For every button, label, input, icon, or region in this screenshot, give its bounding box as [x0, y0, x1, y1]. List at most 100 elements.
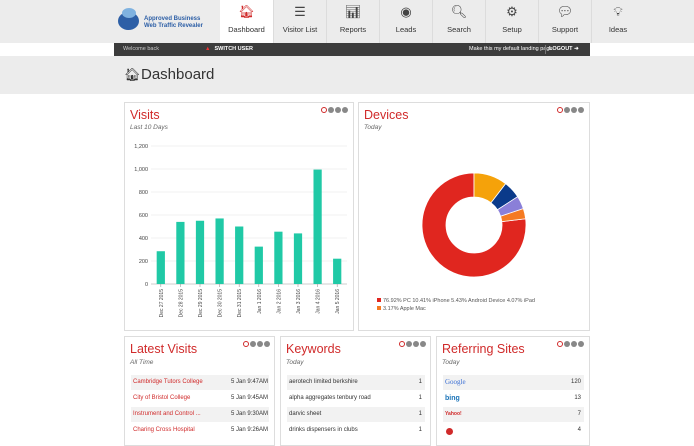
- expand-icon[interactable]: [578, 107, 584, 113]
- default-landing-link[interactable]: Make this my default landing page: [469, 43, 552, 56]
- devices-title: Devices: [364, 108, 409, 122]
- expand-icon[interactable]: [342, 107, 348, 113]
- y-tick-label: 1,000: [134, 167, 148, 173]
- bar[interactable]: [254, 246, 263, 284]
- expand-icon[interactable]: [420, 341, 426, 347]
- settings-icon[interactable]: [564, 107, 570, 113]
- list-item[interactable]: Charing Cross Hospital 5 Jan 9:26AM: [131, 423, 269, 438]
- bing-logo: bing: [445, 395, 460, 402]
- nav-reports[interactable]: 📊︎ Reports: [326, 0, 379, 43]
- nav-label: Reports: [339, 25, 367, 34]
- list-item[interactable]: darvic sheet 1: [287, 407, 425, 422]
- list-item[interactable]: alpha aggregates tenbury road 1: [287, 391, 425, 406]
- visits-title: Visits: [130, 108, 160, 122]
- logout-icon: ➜: [574, 46, 579, 52]
- list-item[interactable]: drinks dispensers in clubs 1: [287, 423, 425, 438]
- search-icon: 🔍︎: [450, 4, 468, 19]
- close-icon[interactable]: [243, 341, 249, 347]
- panel-controls: [557, 341, 584, 347]
- refresh-icon[interactable]: [257, 341, 263, 347]
- x-tick-label: Dec 27 2015: [159, 289, 165, 318]
- keyword-count: 1: [418, 379, 422, 385]
- keyword-text: alpha aggregates tenbury road: [289, 395, 371, 401]
- latest-visits-panel: Latest Visits All Time Cambridge Tutors …: [124, 336, 275, 446]
- close-icon[interactable]: [557, 341, 563, 347]
- settings-icon[interactable]: [564, 341, 570, 347]
- visit-company: Charing Cross Hospital: [133, 427, 195, 433]
- nav-dashboard[interactable]: 🏠︎ Dashboard: [220, 0, 273, 43]
- switch-user-button[interactable]: ▲ SWITCH USER: [205, 43, 253, 56]
- y-tick-label: 800: [139, 190, 148, 196]
- visit-company: Instrument and Control ...: [133, 411, 201, 417]
- brand-logo[interactable]: Approved Business Web Traffic Revealer: [114, 0, 220, 43]
- visit-time: 5 Jan 9:47AM: [231, 379, 269, 385]
- logout-button[interactable]: LOGOUT ➜: [549, 43, 579, 56]
- list-item[interactable]: bing 13: [443, 391, 584, 406]
- nav-visitor-list[interactable]: ☰ Visitor List: [273, 0, 326, 43]
- user-bar: Welcome back ▲ SWITCH USER Make this my d…: [114, 43, 590, 56]
- keyword-count: 1: [418, 427, 422, 433]
- x-tick-label: Dec 28 2015: [178, 289, 184, 318]
- y-tick-label: 1,200: [134, 144, 148, 150]
- bar[interactable]: [313, 169, 322, 284]
- top-nav: Approved Business Web Traffic Revealer 🏠…: [0, 0, 694, 43]
- list-item[interactable]: Instrument and Control ... 5 Jan 9:30AM: [131, 407, 269, 422]
- bar[interactable]: [333, 258, 342, 284]
- legend-swatch: [377, 298, 381, 302]
- yahoo-logo: Yahoo!: [445, 411, 462, 417]
- y-tick-label: 200: [139, 259, 148, 265]
- nav-support[interactable]: 💬︎ Support: [538, 0, 591, 43]
- target-icon: ◉: [400, 4, 412, 19]
- nav-label: Support: [551, 25, 579, 34]
- visit-company: City of Bristol College: [133, 395, 191, 401]
- bar[interactable]: [293, 233, 303, 284]
- refresh-icon[interactable]: [335, 107, 341, 113]
- panel-controls: [557, 107, 584, 113]
- panel-controls: [321, 107, 348, 113]
- close-icon[interactable]: [399, 341, 405, 347]
- list-item[interactable]: Google 120: [443, 375, 584, 390]
- nav-ideas[interactable]: 💡︎ Ideas: [591, 0, 644, 43]
- refresh-icon[interactable]: [571, 107, 577, 113]
- logout-label: LOGOUT: [549, 46, 573, 52]
- nav-search[interactable]: 🔍︎ Search: [432, 0, 485, 43]
- settings-icon[interactable]: [406, 341, 412, 347]
- bar[interactable]: [195, 220, 205, 284]
- page-title: Dashboard: [141, 66, 215, 83]
- list-item[interactable]: aerotech limited berkshire 1: [287, 375, 425, 390]
- x-tick-label: Dec 31 2015: [237, 289, 243, 318]
- legend-line: 3.17% Apple Mac: [377, 305, 587, 313]
- list-item[interactable]: Cambridge Tutors College 5 Jan 9:47AM: [131, 375, 269, 390]
- list-item[interactable]: 4: [443, 423, 584, 438]
- list-item[interactable]: Yahoo! 7: [443, 407, 584, 422]
- visits-chart: 0 200 400 600 800 1,000 1,200 Dec 27 2015 Dec 28…: [134, 144, 347, 318]
- legend-text: 3.17% Apple Mac: [383, 306, 426, 312]
- bar[interactable]: [156, 251, 165, 284]
- expand-icon[interactable]: [264, 341, 270, 347]
- settings-icon[interactable]: [328, 107, 334, 113]
- nav-setup[interactable]: ⚙ Setup: [485, 0, 538, 43]
- logo-line1: Approved Business: [144, 16, 201, 22]
- devices-chart: [421, 172, 527, 278]
- settings-icon[interactable]: [250, 341, 256, 347]
- refresh-icon[interactable]: [571, 341, 577, 347]
- y-tick-label: 600: [139, 213, 148, 219]
- close-icon[interactable]: [321, 107, 327, 113]
- legend-swatch: [377, 306, 381, 310]
- bar[interactable]: [235, 226, 244, 285]
- bar[interactable]: [215, 218, 224, 284]
- nav-leads[interactable]: ◉ Leads: [379, 0, 432, 43]
- x-tick-label: Jan 1 2016: [257, 289, 263, 314]
- expand-icon[interactable]: [578, 341, 584, 347]
- nav-label: Visitor List: [282, 25, 318, 34]
- x-tick-label: Dec 30 2015: [218, 289, 224, 318]
- list-item[interactable]: City of Bristol College 5 Jan 9:45AM: [131, 391, 269, 406]
- legend-line: 76.92% PC 10.41% iPhone 5.43% Android De…: [377, 297, 587, 305]
- bar[interactable]: [176, 221, 185, 284]
- keyword-count: 1: [418, 411, 422, 417]
- bar[interactable]: [274, 231, 283, 284]
- latest-visits-title: Latest Visits: [130, 342, 198, 356]
- close-icon[interactable]: [557, 107, 563, 113]
- referrer-count: 4: [577, 427, 581, 433]
- refresh-icon[interactable]: [413, 341, 419, 347]
